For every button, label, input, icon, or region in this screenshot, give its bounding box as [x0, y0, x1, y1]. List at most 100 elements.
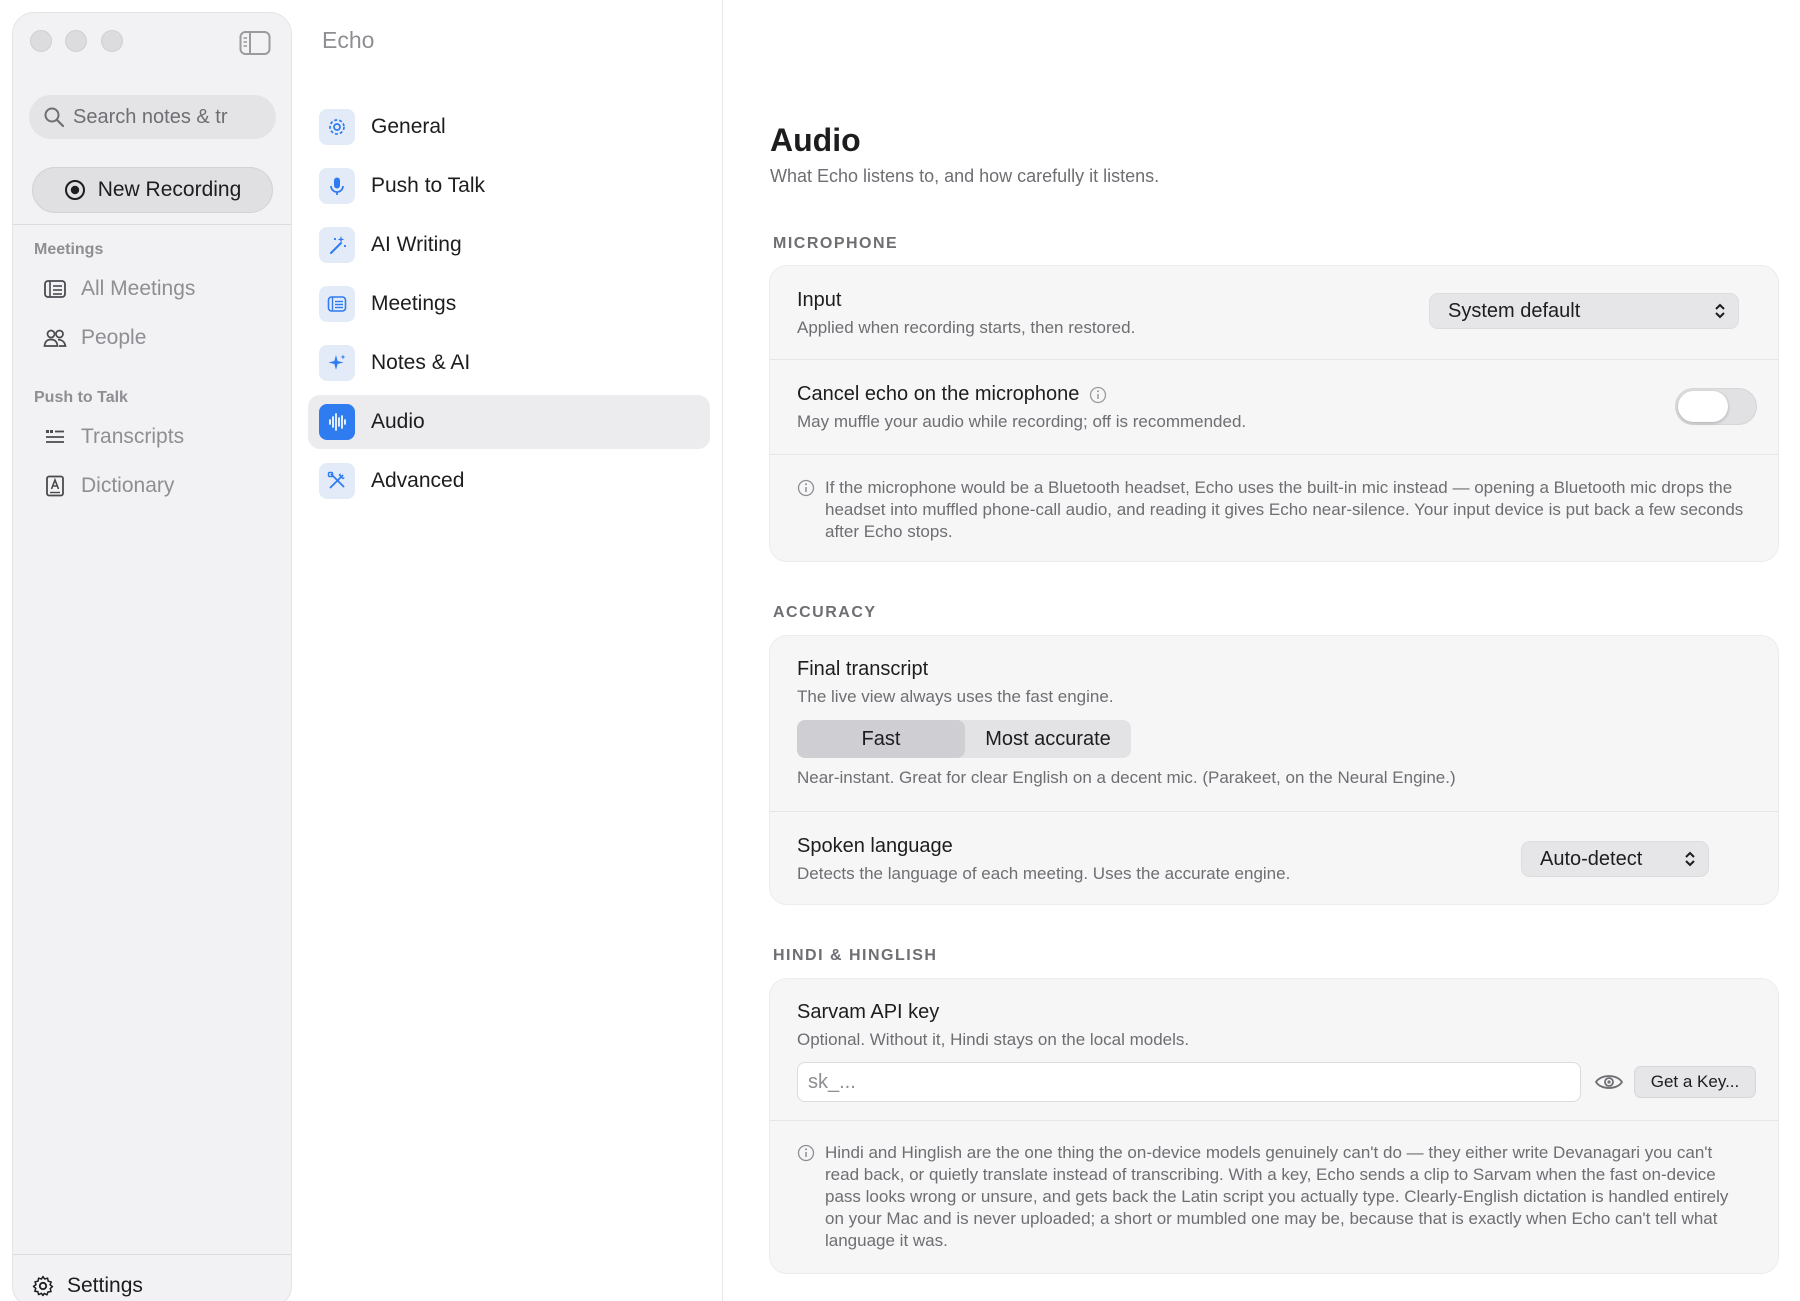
gear-icon [32, 1275, 54, 1297]
people-icon [43, 329, 67, 347]
sarvam-key-description: Optional. Without it, Hindi stays on the… [797, 1030, 1190, 1049]
eye-icon[interactable] [1594, 1069, 1624, 1095]
section-heading-accuracy: ACCURACY [773, 604, 877, 621]
input-device-value: System default [1448, 299, 1581, 322]
sparkle-icon [319, 345, 355, 381]
app-sidebar: Search notes & tr New Recording Meetings… [12, 12, 292, 1301]
row-divider [770, 811, 1778, 812]
window-close-button[interactable] [30, 30, 52, 52]
segment-most-accurate[interactable]: Most accurate [965, 720, 1131, 758]
sidebar-item-label: All Meetings [81, 277, 196, 300]
sidebar-divider [13, 224, 291, 225]
echo-cancel-label: Cancel echo on the microphone [797, 383, 1080, 405]
hindi-card: Sarvam API key Optional. Without it, Hin… [769, 978, 1779, 1274]
row-divider [770, 454, 1778, 455]
get-key-button[interactable]: Get a Key... [1634, 1066, 1756, 1098]
input-description: Applied when recording starts, then rest… [797, 318, 1136, 337]
settings-label: Settings [67, 1274, 143, 1297]
new-recording-label: New Recording [97, 178, 242, 201]
row-divider [770, 359, 1778, 360]
mode-description: Near-instant. Great for clear English on… [797, 768, 1456, 787]
section-heading-microphone: MICROPHONE [773, 235, 899, 252]
nav-item-label: Advanced [371, 469, 465, 492]
sidebar-section-meetings: Meetings [34, 241, 104, 258]
sidebar-item-label: Transcripts [81, 425, 185, 448]
toggle-knob [1678, 391, 1728, 422]
sidebar-settings-button[interactable]: Settings [31, 1274, 143, 1298]
column-divider [722, 0, 723, 1301]
page-title: Audio [770, 122, 861, 158]
spoken-language-description: Detects the language of each meeting. Us… [797, 864, 1291, 883]
accuracy-card: Final transcript The live view always us… [769, 635, 1779, 905]
input-label: Input [797, 289, 842, 311]
nav-item-push-to-talk[interactable]: Push to Talk [308, 159, 710, 213]
info-icon [797, 479, 815, 497]
hindi-note-text: Hindi and Hinglish are the one thing the… [825, 1143, 1729, 1250]
nav-item-label: General [371, 115, 446, 138]
nav-item-label: Audio [371, 410, 425, 433]
search-input[interactable]: Search notes & tr [73, 106, 228, 129]
window-zoom-button[interactable] [101, 30, 123, 52]
microphone-icon [319, 168, 355, 204]
list-icon [319, 286, 355, 322]
dictionary-icon [46, 475, 64, 497]
list-icon [44, 280, 66, 298]
final-transcript-description: The live view always uses the fast engin… [797, 687, 1114, 706]
spoken-language-value: Auto-detect [1540, 847, 1643, 870]
sidebar-toggle-icon[interactable] [239, 30, 271, 56]
hindi-note: Hindi and Hinglish are the one thing the… [797, 1142, 1748, 1252]
echo-cancel-label-row: Cancel echo on the microphone [797, 383, 1107, 406]
nav-item-general[interactable]: General [308, 100, 710, 154]
nav-item-ai-writing[interactable]: AI Writing [308, 218, 710, 272]
sidebar-item-label: Dictionary [81, 474, 175, 497]
row-divider [770, 1120, 1778, 1121]
sidebar-item-all-meetings[interactable]: All Meetings [43, 277, 195, 301]
bluetooth-note: If the microphone would be a Bluetooth h… [797, 477, 1748, 543]
echo-cancel-toggle[interactable] [1675, 388, 1757, 425]
nav-item-label: Push to Talk [371, 174, 486, 197]
page-subtitle: What Echo listens to, and how carefully … [770, 166, 1160, 186]
wand-icon [319, 227, 355, 263]
search-field[interactable]: Search notes & tr [29, 95, 276, 139]
sidebar-bottom-divider [13, 1254, 291, 1255]
final-transcript-label: Final transcript [797, 658, 929, 680]
nav-item-label: AI Writing [371, 233, 462, 256]
new-recording-button[interactable]: New Recording [32, 167, 273, 213]
chevron-updown-icon [1715, 303, 1725, 319]
sidebar-section-push-to-talk: Push to Talk [34, 389, 128, 406]
app-title: Echo [322, 27, 375, 53]
info-icon[interactable] [1089, 386, 1107, 404]
api-key-placeholder: sk_... [808, 1070, 856, 1093]
bluetooth-note-text: If the microphone would be a Bluetooth h… [825, 478, 1744, 541]
sarvam-api-key-field[interactable]: sk_... [797, 1062, 1581, 1102]
settings-nav: Echo General Push to Talk AI Writing Mee… [300, 0, 722, 1301]
sarvam-key-label: Sarvam API key [797, 1001, 940, 1023]
spoken-language-label: Spoken language [797, 835, 953, 857]
sidebar-item-dictionary[interactable]: Dictionary [43, 474, 174, 498]
gear-icon [319, 109, 355, 145]
echo-cancel-description: May muffle your audio while recording; o… [797, 412, 1247, 431]
waveform-icon [319, 404, 355, 440]
search-icon [44, 107, 65, 128]
record-icon [64, 180, 85, 200]
nav-item-label: Notes & AI [371, 351, 471, 374]
nav-item-meetings[interactable]: Meetings [308, 277, 710, 331]
sidebar-item-people[interactable]: People [43, 326, 146, 350]
nav-item-audio[interactable]: Audio [308, 395, 710, 449]
spoken-language-select[interactable]: Auto-detect [1521, 841, 1709, 877]
transcript-mode-segmented-control: Fast Most accurate [797, 720, 1131, 758]
chevron-updown-icon [1685, 851, 1695, 867]
input-device-select[interactable]: System default [1429, 293, 1739, 329]
section-heading-hindi: HINDI & HINGLISH [773, 947, 938, 964]
info-icon [797, 1144, 815, 1162]
sidebar-item-transcripts[interactable]: Transcripts [43, 425, 184, 449]
tools-icon [319, 463, 355, 499]
transcript-icon [46, 430, 64, 443]
sidebar-item-label: People [81, 326, 147, 349]
nav-item-label: Meetings [371, 292, 457, 315]
nav-item-advanced[interactable]: Advanced [308, 454, 710, 508]
microphone-card: Input Applied when recording starts, the… [769, 265, 1779, 562]
nav-item-notes-ai[interactable]: Notes & AI [308, 336, 710, 390]
segment-fast[interactable]: Fast [797, 720, 965, 758]
window-minimize-button[interactable] [65, 30, 87, 52]
